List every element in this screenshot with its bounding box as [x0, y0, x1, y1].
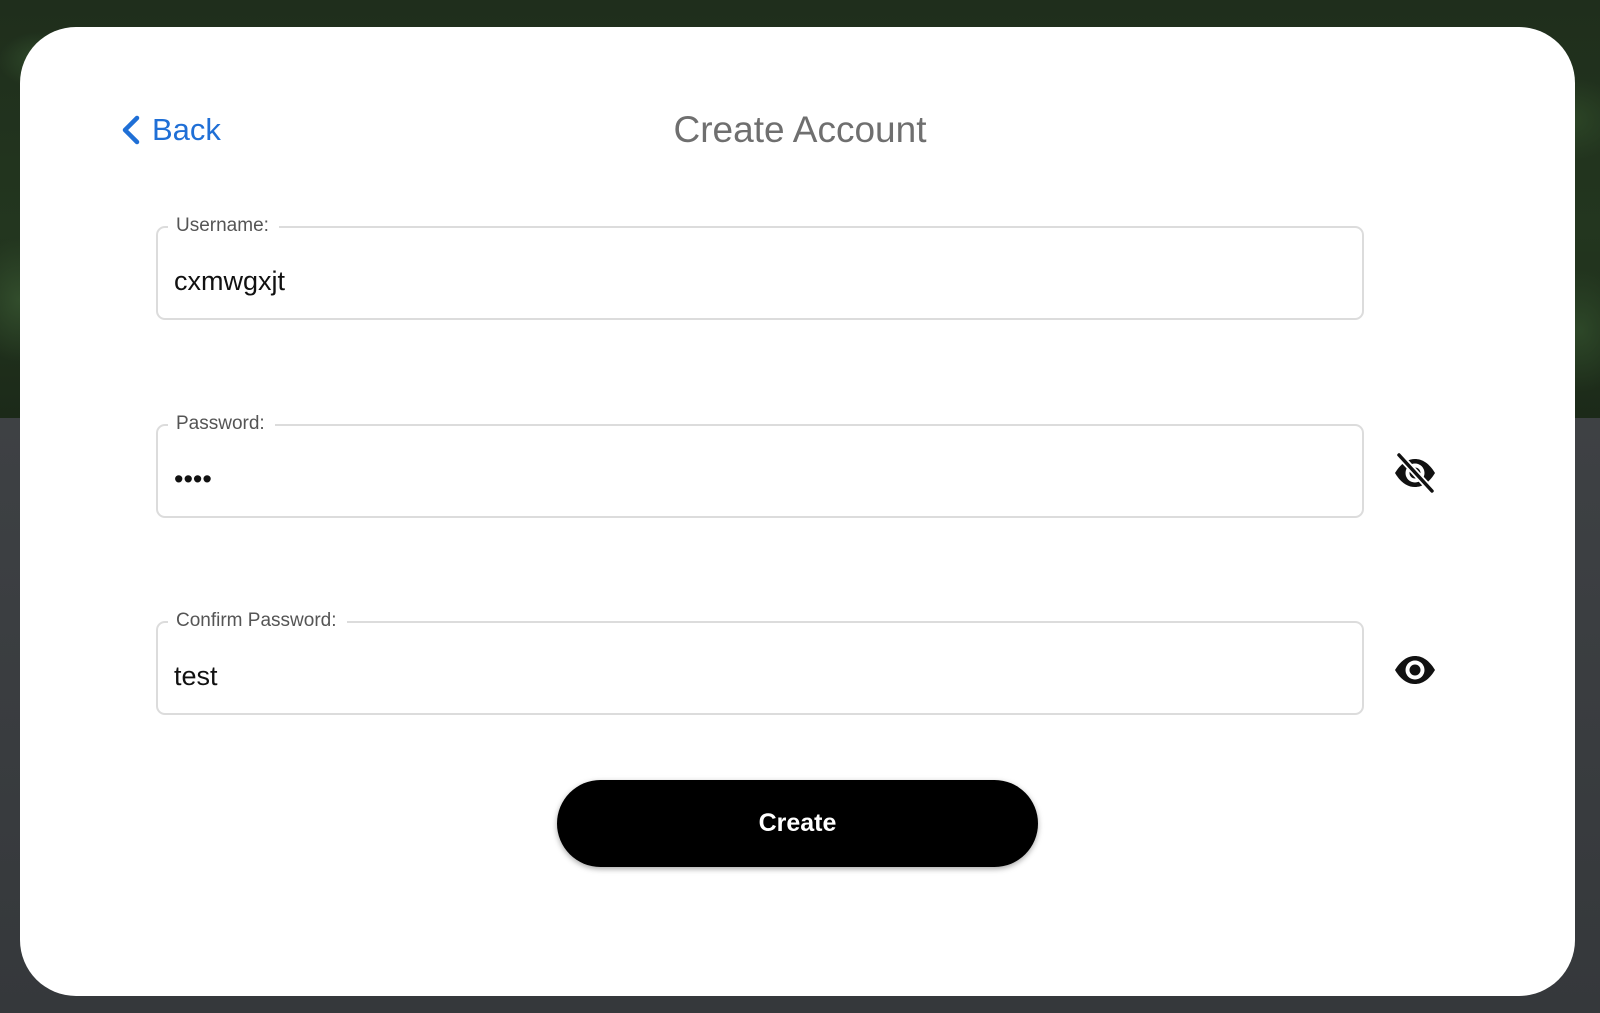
username-label: Username:	[168, 213, 279, 239]
eye-icon[interactable]	[1392, 647, 1438, 693]
eye-slash-icon[interactable]	[1392, 450, 1438, 496]
password-label: Password:	[168, 411, 275, 437]
page-title: Create Account	[673, 109, 927, 150]
username-field: Username:	[156, 213, 1364, 320]
password-field: Password:	[156, 411, 1364, 518]
create-button[interactable]: Create	[557, 780, 1038, 867]
confirm-password-field: Confirm Password:	[156, 608, 1364, 715]
confirm-password-input[interactable]	[174, 653, 1334, 699]
username-input[interactable]	[174, 258, 1334, 304]
confirm-password-label: Confirm Password:	[168, 608, 347, 634]
password-input[interactable]	[174, 456, 1334, 502]
